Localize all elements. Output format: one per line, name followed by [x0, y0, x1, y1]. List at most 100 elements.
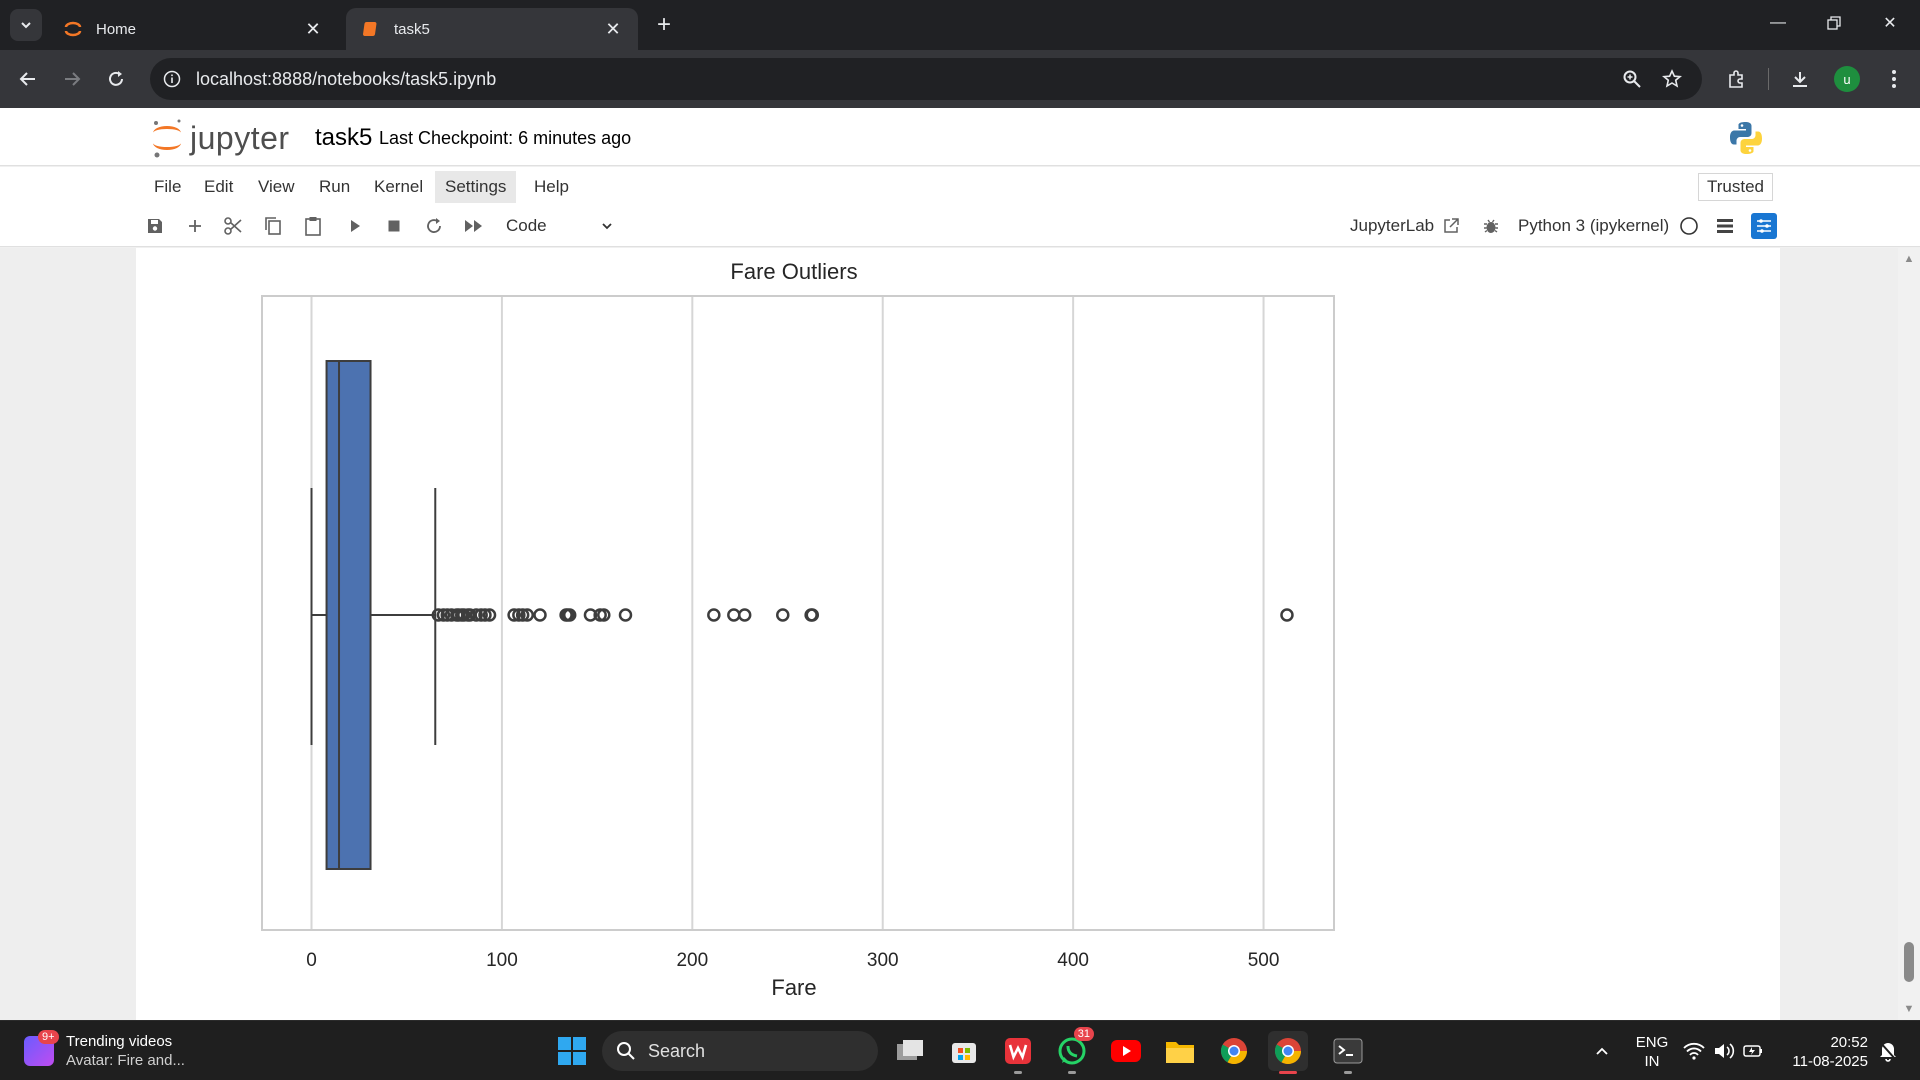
list-menu-icon[interactable] [1712, 213, 1738, 239]
app-running-indicator [1068, 1071, 1076, 1074]
back-icon[interactable] [12, 63, 44, 95]
site-info-icon[interactable] [160, 67, 184, 91]
run-icon[interactable] [342, 213, 368, 239]
debugger-bug-icon[interactable] [1478, 213, 1504, 239]
menu-file[interactable]: File [144, 171, 191, 203]
start-windows-icon[interactable] [552, 1031, 592, 1071]
copy-icon[interactable] [260, 213, 286, 239]
trusted-indicator[interactable]: Trusted [1698, 173, 1774, 201]
forward-icon[interactable] [56, 63, 88, 95]
notebook-favicon-icon [360, 18, 382, 40]
task-view-icon[interactable] [890, 1031, 930, 1071]
cell-type-select[interactable]: Code [506, 213, 614, 239]
checkpoint-status: Last Checkpoint: 6 minutes ago [379, 128, 632, 148]
x-tick-label: 400 [1057, 950, 1089, 971]
open-jupyterlab-button[interactable]: JupyterLab [1350, 213, 1460, 239]
region-code: IN [1644, 1053, 1660, 1070]
add-cell-icon[interactable] [182, 213, 208, 239]
close-icon[interactable]: ✕ [602, 18, 624, 40]
x-tick-label: 500 [1248, 950, 1280, 971]
extensions-icon[interactable] [1720, 63, 1752, 95]
cut-icon[interactable] [220, 213, 246, 239]
app-running-indicator [1344, 1071, 1352, 1074]
restore-icon[interactable] [1806, 0, 1862, 46]
notebook-name[interactable]: task5 [315, 124, 372, 152]
wps-office-icon[interactable] [998, 1031, 1038, 1074]
window-close-icon[interactable]: ✕ [1862, 0, 1918, 46]
whatsapp-badge: 31 [1073, 1027, 1094, 1041]
restart-icon[interactable] [421, 213, 447, 239]
chrome-active-icon[interactable] [1268, 1031, 1308, 1074]
chrome-icon[interactable] [1214, 1031, 1254, 1071]
notebook-toolbar: Code JupyterLab Python 3 (ipykernel) [0, 205, 1920, 247]
tab-search-button[interactable] [10, 9, 42, 41]
notebook-page: Fare Outliers 0 100 200 300 400 500 Fare [136, 248, 1780, 1020]
scrollbar-thumb[interactable] [1904, 942, 1914, 982]
scroll-up-icon[interactable]: ▲ [1903, 253, 1915, 265]
news-widget[interactable]: 9+ Trending videos Avatar: Fire and... [24, 1029, 224, 1073]
zoom-icon[interactable] [1620, 67, 1644, 91]
language-indicator[interactable]: ENG IN [1630, 1033, 1674, 1071]
taskbar: 9+ Trending videos Avatar: Fire and... S… [0, 1020, 1920, 1080]
menu-help[interactable]: Help [524, 171, 579, 203]
reload-icon[interactable] [100, 63, 132, 95]
scroll-down-icon[interactable]: ▼ [1903, 1003, 1915, 1015]
jupyter-logo-text: jupyter [190, 119, 290, 156]
store-icon[interactable] [944, 1031, 984, 1071]
paste-icon[interactable] [300, 213, 326, 239]
jupyter-logo-icon [153, 119, 181, 158]
fast-forward-icon[interactable] [461, 213, 487, 239]
save-icon[interactable] [142, 213, 168, 239]
url-text: localhost:8888/notebooks/task5.ipynb [196, 69, 497, 89]
widget-subtitle: Avatar: Fire and... [66, 1052, 185, 1069]
browser-toolbar: localhost:8888/notebooks/task5.ipynb u [0, 50, 1920, 108]
menu-settings[interactable]: Settings [435, 171, 517, 203]
clock-time: 20:52 [1830, 1034, 1868, 1051]
widget-badge: 9+ [38, 1030, 59, 1044]
minimize-icon[interactable]: — [1750, 0, 1806, 46]
youtube-icon[interactable] [1106, 1031, 1146, 1071]
kernel-name[interactable]: Python 3 (ipykernel) [1518, 213, 1699, 239]
file-explorer-icon[interactable] [1160, 1031, 1200, 1071]
terminal-icon[interactable] [1328, 1031, 1368, 1074]
new-tab-button[interactable]: + [650, 11, 678, 39]
battery-icon [1743, 1045, 1762, 1057]
whatsapp-icon[interactable]: 31 [1052, 1027, 1094, 1074]
scrollbar-track[interactable] [1898, 248, 1920, 1020]
stop-icon[interactable] [381, 213, 407, 239]
jupyter-header: jupyter task5 Last Checkpoint: 6 minutes… [0, 108, 1920, 166]
menu-kebab-icon[interactable] [1878, 63, 1910, 95]
close-icon[interactable]: ✕ [302, 18, 324, 40]
chevron-down-icon [21, 22, 31, 29]
show-hidden-icons-chevron-up-icon[interactable] [1582, 1031, 1622, 1071]
system-tray-status[interactable] [1678, 1031, 1768, 1071]
widget-title: Trending videos [66, 1033, 173, 1050]
bookmark-star-icon[interactable] [1660, 67, 1684, 91]
notification-bell-icon[interactable] [1872, 1031, 1904, 1071]
tab-task5[interactable]: task5 ✕ [346, 8, 638, 50]
tab-home[interactable]: Home ✕ [48, 8, 338, 50]
language-code: ENG [1635, 1034, 1669, 1051]
plot-frame [261, 295, 1335, 931]
clock[interactable]: 20:52 11-08-2025 [1776, 1033, 1868, 1071]
property-inspector-icon[interactable] [1751, 213, 1777, 239]
profile-avatar[interactable]: u [1834, 66, 1860, 92]
clock-date: 11-08-2025 [1792, 1053, 1868, 1070]
menu-kernel[interactable]: Kernel [364, 171, 433, 203]
download-icon[interactable] [1784, 63, 1816, 95]
tab-title: Home [96, 20, 137, 38]
address-bar[interactable]: localhost:8888/notebooks/task5.ipynb [150, 58, 1702, 100]
app-active-indicator [1279, 1071, 1297, 1074]
search-icon [617, 1042, 635, 1060]
wifi-icon [1683, 1042, 1705, 1060]
menu-run[interactable]: Run [309, 171, 360, 203]
x-tick-label: 300 [867, 950, 899, 971]
jupyter-logo[interactable]: jupyter [150, 118, 290, 158]
volume-icon [1715, 1043, 1735, 1059]
kernel-label: Python 3 (ipykernel) [1518, 216, 1670, 235]
kernel-idle-circle-icon [1680, 217, 1698, 235]
menu-edit[interactable]: Edit [194, 171, 243, 203]
jupyter-favicon-icon [62, 18, 84, 40]
taskbar-search[interactable]: Search [602, 1031, 878, 1071]
menu-view[interactable]: View [248, 171, 305, 203]
